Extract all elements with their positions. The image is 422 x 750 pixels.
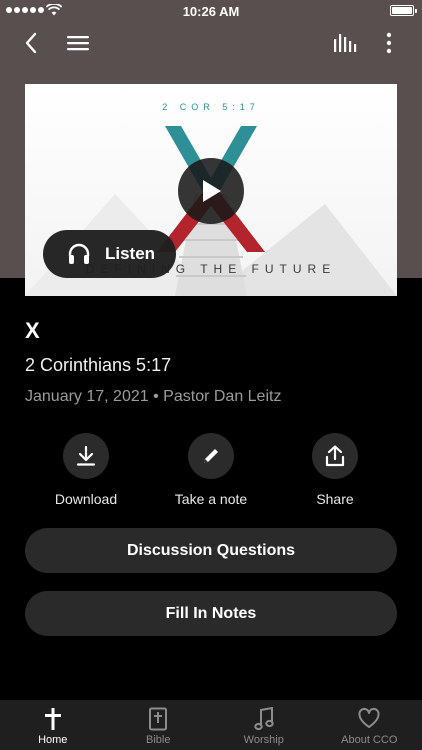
share-action[interactable]: Share bbox=[280, 433, 390, 507]
status-time: 10:26 AM bbox=[182, 4, 240, 19]
share-label: Share bbox=[316, 491, 354, 507]
sermon-title: X bbox=[25, 318, 40, 343]
download-action[interactable]: Download bbox=[31, 433, 141, 507]
take-note-button[interactable] bbox=[188, 433, 234, 479]
download-icon bbox=[76, 445, 96, 466]
listen-button[interactable]: Listen bbox=[43, 230, 176, 278]
music-note-icon bbox=[254, 707, 274, 731]
tab-home[interactable]: Home bbox=[0, 700, 106, 750]
listen-label: Listen bbox=[105, 244, 156, 263]
tab-bible[interactable]: Bible bbox=[106, 700, 212, 750]
cross-icon bbox=[44, 708, 61, 730]
tab-bar: Home Bible Worship About CCO bbox=[0, 700, 422, 750]
sermon-speaker: Pastor Dan Leitz bbox=[163, 388, 282, 405]
fill-in-notes-button[interactable]: Fill In Notes bbox=[25, 591, 397, 636]
heart-icon bbox=[358, 707, 380, 728]
menu-button[interactable] bbox=[62, 28, 94, 58]
status-bar: 10:26 AM bbox=[0, 0, 422, 22]
tab-worship-label: Worship bbox=[243, 734, 284, 746]
hamburger-icon bbox=[67, 36, 89, 51]
tab-about[interactable]: About CCO bbox=[317, 700, 422, 750]
headphones-icon bbox=[68, 243, 90, 264]
battery-icon bbox=[390, 5, 417, 16]
tab-home-label: Home bbox=[38, 734, 68, 746]
play-button[interactable] bbox=[178, 158, 244, 224]
pencil-icon bbox=[204, 449, 218, 463]
tab-about-label: About CCO bbox=[341, 734, 398, 746]
audio-bars-icon bbox=[334, 34, 357, 52]
tab-worship[interactable]: Worship bbox=[211, 700, 317, 750]
artwork-scripture-ref: 2 COR 5:17 bbox=[162, 102, 260, 112]
bible-icon bbox=[149, 707, 168, 731]
sermon-date: January 17, 2021 bbox=[25, 388, 149, 405]
back-button[interactable] bbox=[14, 28, 48, 58]
tab-bible-label: Bible bbox=[146, 734, 171, 746]
take-note-label: Take a note bbox=[174, 491, 248, 507]
sermon-meta: January 17, 2021 • Pastor Dan Leitz bbox=[25, 388, 281, 406]
download-button[interactable] bbox=[63, 433, 109, 479]
discussion-questions-button[interactable]: Discussion Questions bbox=[25, 528, 397, 573]
take-note-action[interactable]: Take a note bbox=[156, 433, 266, 507]
sermon-artwork: 2 COR 5:17 DEFINING THE FUTURE Listen bbox=[25, 84, 397, 296]
meta-separator: • bbox=[153, 388, 159, 405]
sermon-passage: 2 Corinthians 5:17 bbox=[25, 355, 172, 375]
more-options-button[interactable] bbox=[376, 28, 402, 58]
discussion-questions-label: Discussion Questions bbox=[126, 541, 296, 559]
chevron-left-icon bbox=[25, 32, 37, 54]
play-icon bbox=[203, 180, 221, 202]
audio-player-button[interactable] bbox=[328, 28, 362, 58]
more-vertical-icon bbox=[386, 32, 392, 54]
share-icon bbox=[325, 445, 345, 467]
fill-in-notes-label: Fill In Notes bbox=[165, 604, 257, 622]
download-label: Download bbox=[54, 491, 118, 507]
share-button[interactable] bbox=[312, 433, 358, 479]
